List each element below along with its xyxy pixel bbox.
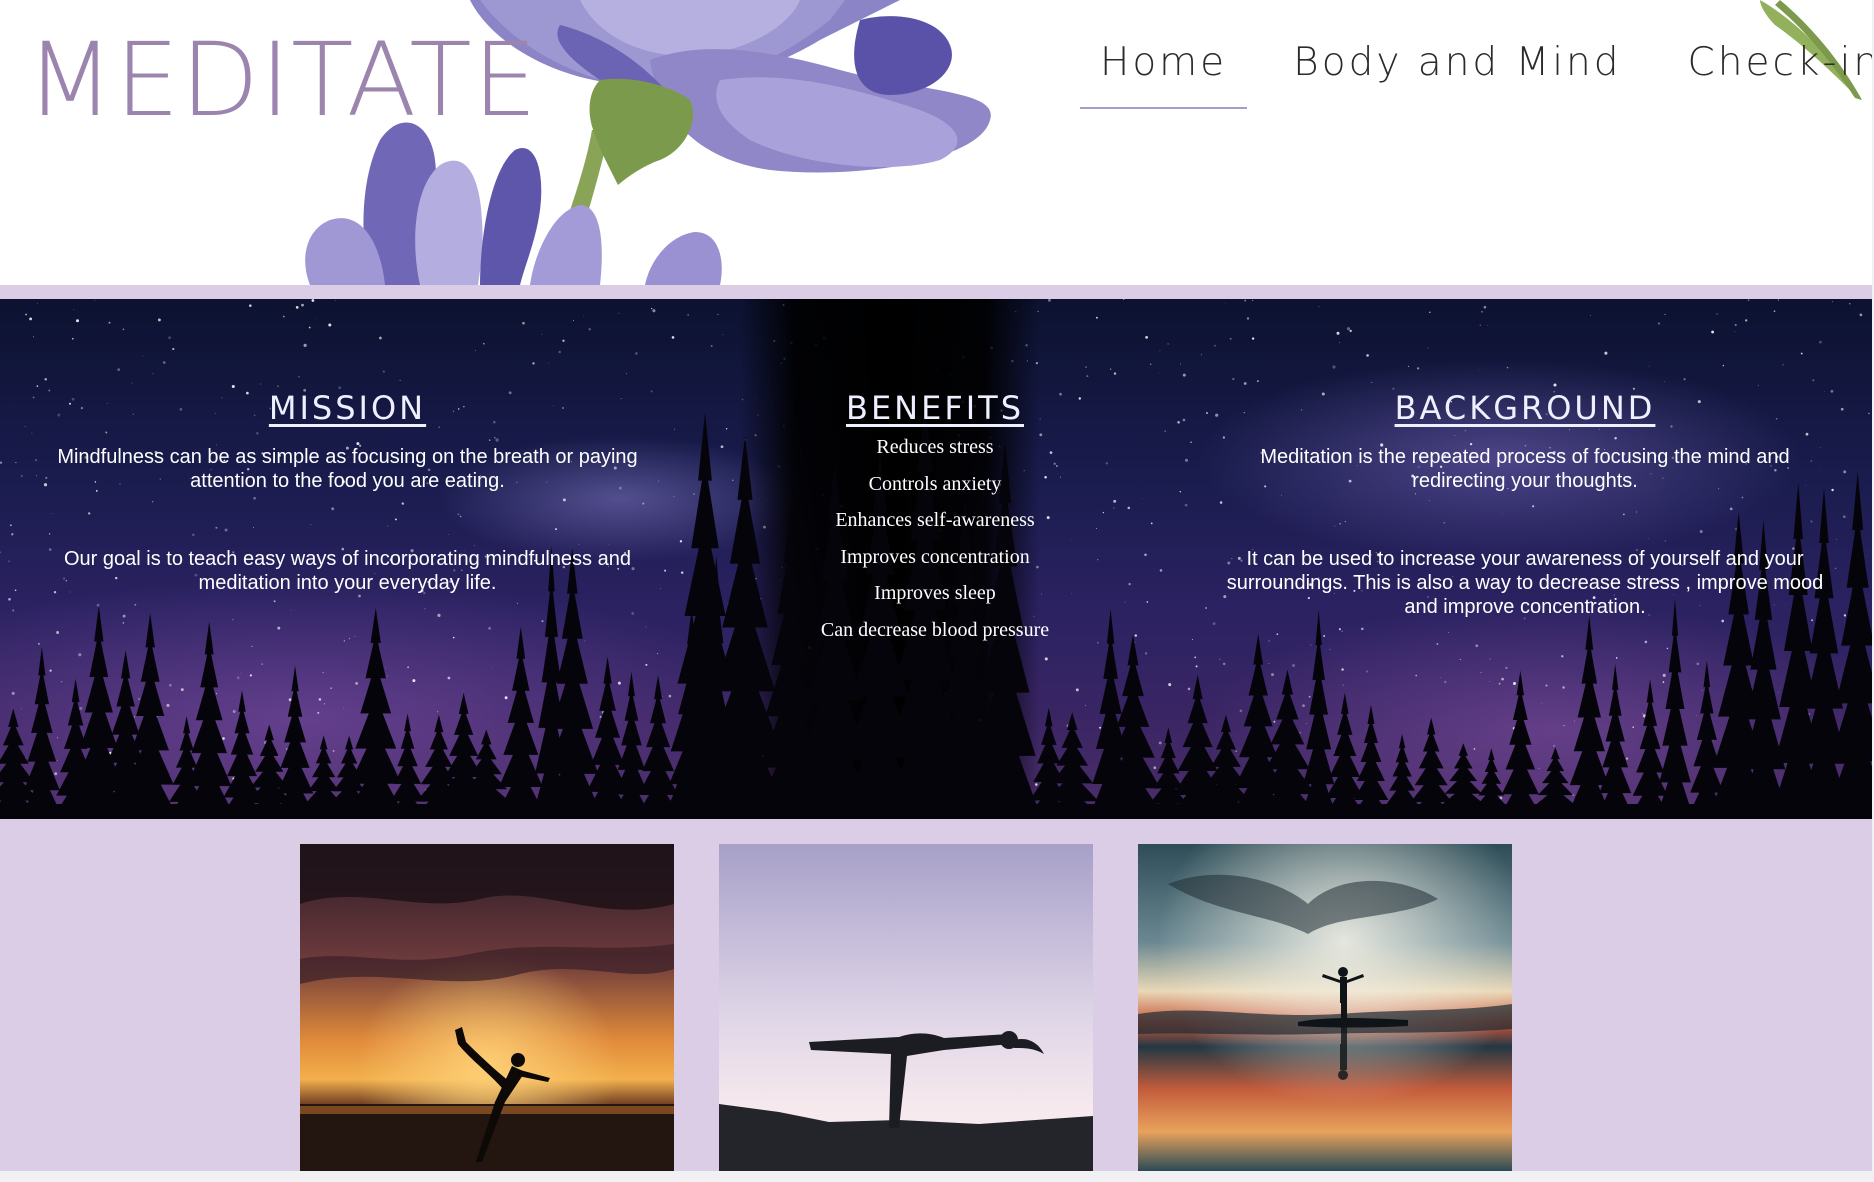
nav-check-in-link[interactable]: Check-in [1668, 22, 1872, 109]
benefits-list: Reduces stress Controls anxiety Enhances… [800, 435, 1070, 642]
benefits-heading: BENEFITS [845, 389, 1025, 427]
mission-paragraph-1: Mindfulness can be as simple as focusing… [57, 446, 638, 492]
night-sky-section: MISSION Mindfulness can be as simple as … [0, 299, 1872, 819]
mission-heading: MISSION [268, 389, 427, 427]
benefits-panel: BENEFITS Reduces stress Controls anxiety… [800, 389, 1070, 654]
background-heading: BACKGROUND [1394, 389, 1656, 427]
benefit-item: Improves sleep [874, 582, 996, 604]
benefit-item: Improves concentration [840, 545, 1030, 568]
yoga-warrior-three-pose-dusk-photo [719, 844, 1093, 1171]
nav-body-and-mind-link[interactable]: Body and Mind [1273, 22, 1641, 109]
site-header: MEDITATE Home Body and Mind Check-in [0, 0, 1872, 285]
benefit-item: Controls anxiety [868, 472, 1002, 495]
main-nav: Home Body and Mind Check-in [1080, 22, 1872, 109]
nav-home-link[interactable]: Home [1080, 22, 1248, 109]
benefit-item: Enhances self-awareness [835, 509, 1035, 531]
photo-gallery [0, 819, 1872, 1171]
background-paragraph-1: Meditation is the repeated process of fo… [1260, 446, 1790, 492]
person-arms-outstretched-reflection-photo [1138, 844, 1512, 1171]
benefit-item: Can decrease blood pressure [820, 618, 1050, 641]
mission-panel: MISSION Mindfulness can be as simple as … [40, 389, 655, 649]
mission-paragraph-2: Our goal is to teach easy ways of incorp… [64, 548, 631, 594]
background-panel: BACKGROUND Meditation is the repeated pr… [1215, 389, 1835, 673]
benefit-item: Reduces stress [876, 436, 994, 458]
background-paragraph-2: It can be used to increase your awarenes… [1226, 548, 1824, 618]
page-bottom-strip [0, 1171, 1874, 1182]
site-logo[interactable]: MEDITATE [26, 22, 538, 140]
yoga-dancer-pose-sunset-photo [300, 844, 674, 1171]
lavender-divider [0, 285, 1872, 299]
